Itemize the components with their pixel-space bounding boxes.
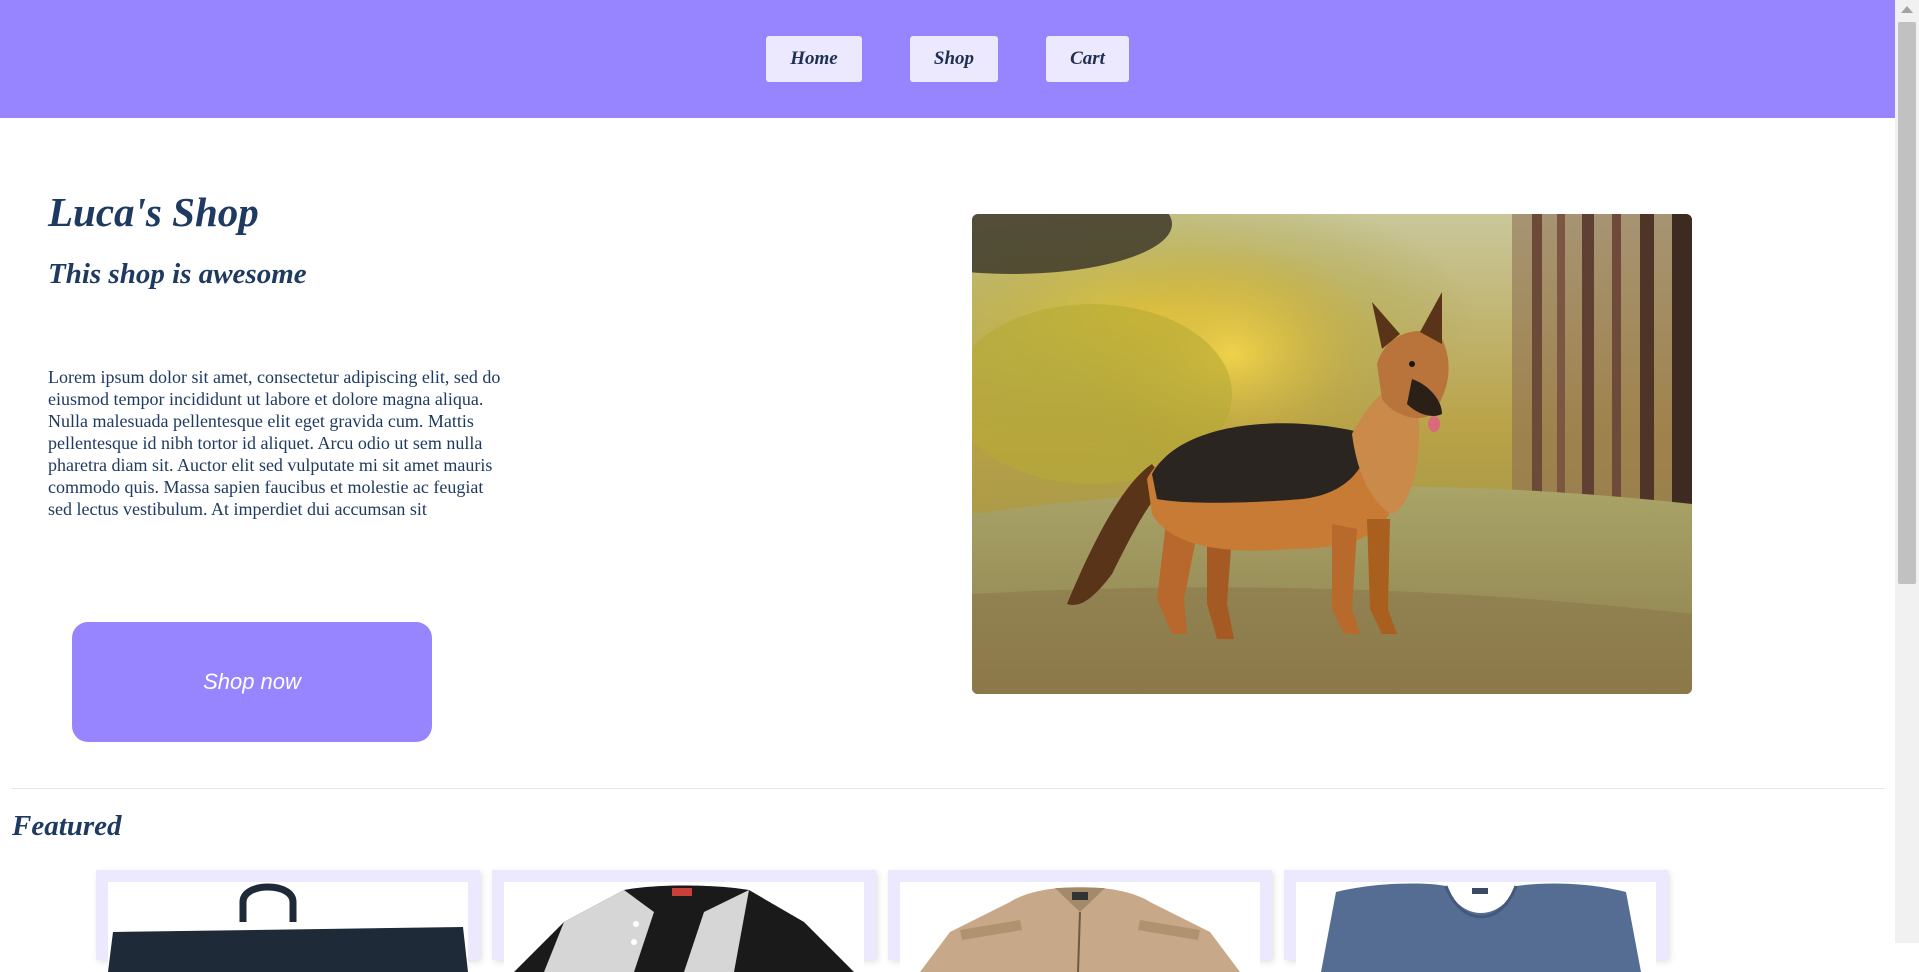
bag-icon	[108, 883, 468, 972]
dog-photo-icon	[972, 214, 1692, 694]
product-image[interactable]	[504, 882, 864, 972]
product-image[interactable]	[900, 882, 1260, 972]
hero-description: Lorem ipsum dolor sit amet, consectetur …	[48, 367, 501, 519]
page-title: Luca's Shop	[48, 189, 259, 235]
product-card[interactable]	[492, 870, 876, 972]
product-image[interactable]	[1296, 882, 1656, 972]
product-card[interactable]	[888, 870, 1272, 972]
page-subtitle: This shop is awesome	[48, 258, 307, 290]
product-image[interactable]	[108, 882, 468, 972]
featured-heading: Featured	[12, 810, 122, 842]
product-card[interactable]	[1284, 870, 1668, 972]
product-card[interactable]	[96, 870, 480, 972]
raglan-shirt-icon	[514, 885, 854, 972]
tshirt-icon	[1321, 883, 1641, 972]
nav-shop-button[interactable]: Shop	[910, 36, 998, 82]
scroll-up-arrow-icon[interactable]	[1901, 6, 1913, 13]
top-nav: Home Shop Cart	[0, 0, 1895, 118]
nav-cart-button[interactable]: Cart	[1046, 36, 1129, 82]
nav-home-button[interactable]: Home	[766, 36, 862, 82]
scrollbar-thumb[interactable]	[1898, 22, 1916, 584]
hero-dog-image	[972, 214, 1692, 694]
shop-now-button[interactable]: Shop now	[72, 622, 432, 742]
jacket-icon	[920, 887, 1240, 972]
section-divider	[12, 788, 1884, 789]
page-scrollbar[interactable]	[1895, 0, 1919, 943]
